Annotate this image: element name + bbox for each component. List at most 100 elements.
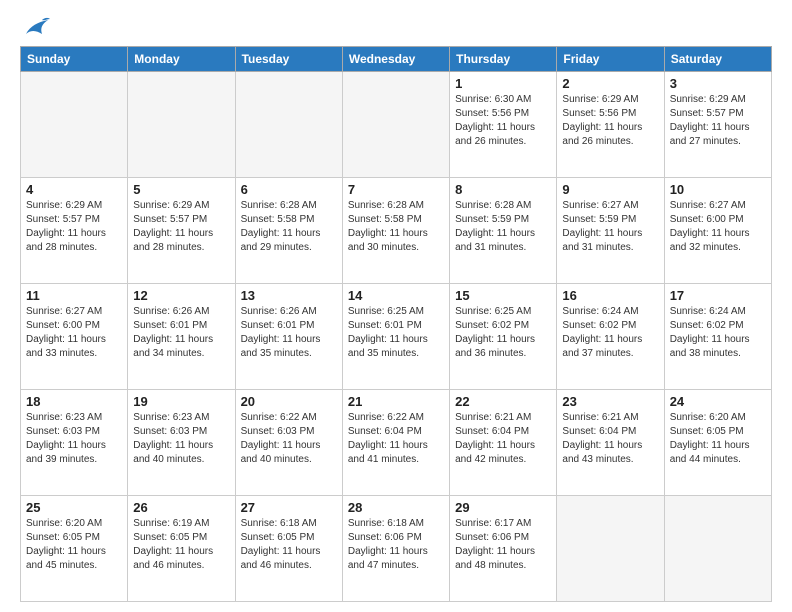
day-number: 3 [670,76,766,91]
calendar-cell: 25 Sunrise: 6:20 AMSunset: 6:05 PMDayligh… [21,496,128,602]
calendar-cell [235,72,342,178]
day-info: Sunrise: 6:18 AMSunset: 6:05 PMDaylight:… [241,517,337,573]
calendar-cell: 26 Sunrise: 6:19 AMSunset: 6:05 PMDayligh… [128,496,235,602]
calendar-cell: 13 Sunrise: 6:26 AMSunset: 6:01 PMDayligh… [235,284,342,390]
day-number: 10 [670,182,766,197]
week-row-4: 25 Sunrise: 6:20 AMSunset: 6:05 PMDayligh… [21,496,772,602]
day-number: 8 [455,182,551,197]
day-info: Sunrise: 6:21 AMSunset: 6:04 PMDaylight:… [562,411,658,467]
day-info: Sunrise: 6:30 AMSunset: 5:56 PMDaylight:… [455,93,551,149]
day-number: 24 [670,394,766,409]
day-info: Sunrise: 6:29 AMSunset: 5:57 PMDaylight:… [133,199,229,255]
calendar-cell: 29 Sunrise: 6:17 AMSunset: 6:06 PMDayligh… [450,496,557,602]
calendar-cell: 11 Sunrise: 6:27 AMSunset: 6:00 PMDayligh… [21,284,128,390]
day-info: Sunrise: 6:27 AMSunset: 6:00 PMDaylight:… [670,199,766,255]
logo-bird-icon [22,16,50,38]
day-info: Sunrise: 6:24 AMSunset: 6:02 PMDaylight:… [562,305,658,361]
calendar-cell: 14 Sunrise: 6:25 AMSunset: 6:01 PMDayligh… [342,284,449,390]
day-number: 7 [348,182,444,197]
day-number: 29 [455,500,551,515]
calendar-cell: 21 Sunrise: 6:22 AMSunset: 6:04 PMDayligh… [342,390,449,496]
day-info: Sunrise: 6:29 AMSunset: 5:57 PMDaylight:… [670,93,766,149]
calendar-cell: 23 Sunrise: 6:21 AMSunset: 6:04 PMDayligh… [557,390,664,496]
calendar-cell: 22 Sunrise: 6:21 AMSunset: 6:04 PMDayligh… [450,390,557,496]
day-number: 23 [562,394,658,409]
calendar-cell: 9Sunrise: 6:27 AMSunset: 5:59 PMDaylight… [557,178,664,284]
week-row-0: 1 Sunrise: 6:30 AMSunset: 5:56 PMDaylight… [21,72,772,178]
day-number: 22 [455,394,551,409]
week-row-1: 4 Sunrise: 6:29 AMSunset: 5:57 PMDaylight… [21,178,772,284]
calendar-cell: 27Sunrise: 6:18 AMSunset: 6:05 PMDayligh… [235,496,342,602]
header-cell-tuesday: Tuesday [235,47,342,72]
calendar-cell [342,72,449,178]
calendar-cell [128,72,235,178]
day-number: 15 [455,288,551,303]
page: SundayMondayTuesdayWednesdayThursdayFrid… [0,0,792,612]
day-number: 16 [562,288,658,303]
calendar-cell: 6 Sunrise: 6:28 AMSunset: 5:58 PMDaylight… [235,178,342,284]
day-info: Sunrise: 6:29 AMSunset: 5:57 PMDaylight:… [26,199,122,255]
day-info: Sunrise: 6:22 AMSunset: 6:04 PMDaylight:… [348,411,444,467]
day-info: Sunrise: 6:26 AMSunset: 6:01 PMDaylight:… [133,305,229,361]
day-info: Sunrise: 6:20 AMSunset: 6:05 PMDaylight:… [26,517,122,573]
day-number: 11 [26,288,122,303]
calendar-cell: 15 Sunrise: 6:25 AMSunset: 6:02 PMDayligh… [450,284,557,390]
day-number: 9 [562,182,658,197]
day-number: 6 [241,182,337,197]
calendar-cell: 4 Sunrise: 6:29 AMSunset: 5:57 PMDaylight… [21,178,128,284]
calendar-cell: 24 Sunrise: 6:20 AMSunset: 6:05 PMDayligh… [664,390,771,496]
calendar-cell: 5 Sunrise: 6:29 AMSunset: 5:57 PMDaylight… [128,178,235,284]
day-info: Sunrise: 6:22 AMSunset: 6:03 PMDaylight:… [241,411,337,467]
day-info: Sunrise: 6:27 AMSunset: 6:00 PMDaylight:… [26,305,122,361]
day-info: Sunrise: 6:28 AMSunset: 5:59 PMDaylight:… [455,199,551,255]
day-info: Sunrise: 6:23 AMSunset: 6:03 PMDaylight:… [26,411,122,467]
calendar-cell [664,496,771,602]
day-number: 2 [562,76,658,91]
day-info: Sunrise: 6:24 AMSunset: 6:02 PMDaylight:… [670,305,766,361]
day-info: Sunrise: 6:28 AMSunset: 5:58 PMDaylight:… [241,199,337,255]
week-row-2: 11 Sunrise: 6:27 AMSunset: 6:00 PMDayligh… [21,284,772,390]
calendar-table: SundayMondayTuesdayWednesdayThursdayFrid… [20,46,772,602]
header-cell-wednesday: Wednesday [342,47,449,72]
day-number: 12 [133,288,229,303]
day-info: Sunrise: 6:25 AMSunset: 6:02 PMDaylight:… [455,305,551,361]
day-number: 5 [133,182,229,197]
day-info: Sunrise: 6:17 AMSunset: 6:06 PMDaylight:… [455,517,551,573]
day-number: 13 [241,288,337,303]
day-number: 17 [670,288,766,303]
day-info: Sunrise: 6:21 AMSunset: 6:04 PMDaylight:… [455,411,551,467]
day-number: 14 [348,288,444,303]
calendar-cell: 18 Sunrise: 6:23 AMSunset: 6:03 PMDayligh… [21,390,128,496]
day-number: 18 [26,394,122,409]
day-info: Sunrise: 6:28 AMSunset: 5:58 PMDaylight:… [348,199,444,255]
day-number: 4 [26,182,122,197]
day-info: Sunrise: 6:23 AMSunset: 6:03 PMDaylight:… [133,411,229,467]
header [20,16,772,38]
calendar-cell: 3 Sunrise: 6:29 AMSunset: 5:57 PMDaylight… [664,72,771,178]
day-info: Sunrise: 6:26 AMSunset: 6:01 PMDaylight:… [241,305,337,361]
logo [20,16,50,38]
day-number: 19 [133,394,229,409]
day-number: 1 [455,76,551,91]
calendar-cell [21,72,128,178]
calendar-cell: 8 Sunrise: 6:28 AMSunset: 5:59 PMDaylight… [450,178,557,284]
calendar-cell [557,496,664,602]
calendar-cell: 28Sunrise: 6:18 AMSunset: 6:06 PMDayligh… [342,496,449,602]
calendar-cell: 1 Sunrise: 6:30 AMSunset: 5:56 PMDaylight… [450,72,557,178]
day-info: Sunrise: 6:20 AMSunset: 6:05 PMDaylight:… [670,411,766,467]
header-cell-sunday: Sunday [21,47,128,72]
day-info: Sunrise: 6:19 AMSunset: 6:05 PMDaylight:… [133,517,229,573]
calendar-cell: 2Sunrise: 6:29 AMSunset: 5:56 PMDaylight… [557,72,664,178]
day-number: 21 [348,394,444,409]
day-number: 28 [348,500,444,515]
header-cell-thursday: Thursday [450,47,557,72]
day-number: 26 [133,500,229,515]
day-info: Sunrise: 6:25 AMSunset: 6:01 PMDaylight:… [348,305,444,361]
calendar-cell: 10 Sunrise: 6:27 AMSunset: 6:00 PMDayligh… [664,178,771,284]
calendar-cell: 17 Sunrise: 6:24 AMSunset: 6:02 PMDayligh… [664,284,771,390]
day-number: 20 [241,394,337,409]
header-cell-friday: Friday [557,47,664,72]
day-number: 25 [26,500,122,515]
header-cell-saturday: Saturday [664,47,771,72]
calendar-cell: 12 Sunrise: 6:26 AMSunset: 6:01 PMDayligh… [128,284,235,390]
